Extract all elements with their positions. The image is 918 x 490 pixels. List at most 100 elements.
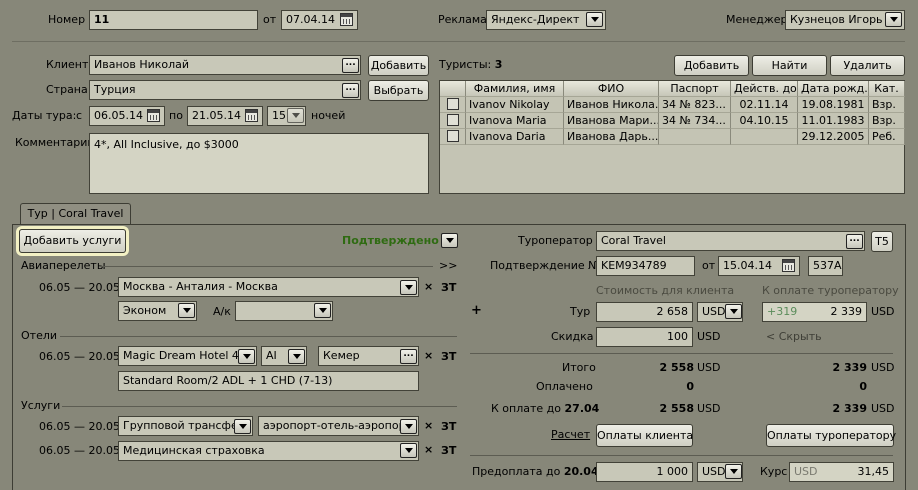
meal-dropdown-icon[interactable] [288, 349, 305, 364]
prepay-currency-dropdown-icon[interactable] [725, 464, 742, 479]
column-header[interactable]: Действ. до [731, 81, 798, 97]
table-cell[interactable]: Ivanova Maria [466, 113, 564, 129]
transfer-type-dropdown-icon[interactable] [234, 419, 251, 434]
table-cell[interactable] [659, 129, 731, 145]
prepay-currency-value: USD [702, 465, 726, 478]
flight-route-select[interactable]: Москва - Анталия - Москва [118, 277, 419, 297]
calculation-link[interactable]: Расчет [551, 428, 590, 442]
table-cell[interactable]: Реб. [869, 129, 905, 145]
due-value: 2 558 [659, 402, 694, 415]
table-cell[interactable]: 02.11.14 [731, 97, 798, 113]
transfer-route-select[interactable]: аэропорт-отель-аэропорт [258, 416, 419, 436]
hotel-dates: 06.05 — 20.05 [39, 350, 120, 363]
table-row[interactable] [440, 97, 466, 113]
manager-value: Кузнецов Игорь [790, 13, 883, 26]
calendar-icon[interactable] [147, 109, 160, 122]
remove-transfer-icon[interactable]: × [424, 419, 433, 433]
column-header[interactable]: Кат. [869, 81, 905, 97]
client-browse-icon[interactable]: ... [342, 58, 359, 73]
select-country-button[interactable]: Выбрать [368, 80, 429, 101]
insurance-dropdown-icon[interactable] [400, 443, 417, 458]
table-cell[interactable]: Иванова Мари... [564, 113, 659, 129]
ads-dropdown-icon[interactable] [586, 12, 603, 27]
ads-value: Яндекс-Директ [491, 13, 580, 26]
add-tourist-button[interactable]: Добавить [674, 55, 749, 76]
table-cell[interactable]: Ivanova Daria [466, 129, 564, 145]
expand-icon[interactable]: >> [439, 259, 457, 273]
transfer-type-select[interactable]: Групповой трансфер [118, 416, 253, 436]
nights-dropdown-icon[interactable] [287, 108, 304, 123]
find-tourist-button[interactable]: Найти [752, 55, 827, 76]
operator-browse-icon[interactable]: ... [846, 234, 863, 249]
add-client-button[interactable]: Добавить [368, 55, 429, 76]
column-header[interactable]: Паспорт [659, 81, 731, 97]
tour-cost-field[interactable]: 2 658 [596, 302, 693, 322]
hotel-select[interactable]: Magic Dream Hotel 4* [118, 346, 257, 366]
order-number-field[interactable]: 11 [89, 10, 258, 30]
column-header[interactable]: Дата рожд. [798, 81, 869, 97]
table-cell[interactable] [731, 129, 798, 145]
hotel-dropdown-icon[interactable] [238, 349, 255, 364]
table-cell[interactable]: 34 № 734... [659, 113, 731, 129]
insurance-dates: 06.05 — 20.05 [39, 444, 120, 457]
table-cell[interactable]: 19.08.1981 [798, 97, 869, 113]
flight-route-dropdown-icon[interactable] [400, 280, 417, 295]
city-browse-icon[interactable]: ... [400, 349, 417, 364]
prepay-field[interactable]: 1 000 [596, 462, 693, 482]
country-value: Турция [94, 83, 136, 96]
client-payments-button[interactable]: Оплаты клиента [596, 424, 693, 447]
operator-tour-value: 2 339 [830, 305, 863, 318]
status-dropdown-icon[interactable] [441, 233, 458, 248]
calendar-icon[interactable] [782, 259, 795, 272]
table-row[interactable] [440, 129, 466, 145]
prepay-label: Предоплата до 20.04 [472, 465, 599, 478]
currency-dropdown-icon[interactable] [725, 304, 742, 319]
row-checkbox[interactable] [447, 98, 459, 110]
client-field[interactable]: Иванов Николай [89, 55, 361, 75]
column-header[interactable]: Фамилия, имя [466, 81, 564, 97]
table-row[interactable] [440, 113, 466, 129]
operator-tour-field[interactable]: +319 2 339 [762, 302, 867, 322]
column-header[interactable]: ФИО [564, 81, 659, 97]
table-cell[interactable]: 29.12.2005 [798, 129, 869, 145]
delete-tourist-button[interactable]: Удалить [830, 55, 905, 76]
table-cell[interactable]: 04.10.15 [731, 113, 798, 129]
table-cell[interactable]: Взр. [869, 97, 905, 113]
hotel-status-badge: ЗТ [441, 350, 457, 363]
tab-tour-coral-travel[interactable]: Тур | Coral Travel [20, 203, 131, 225]
table-cell[interactable]: Ivanov Nikolay [466, 97, 564, 113]
table-cell[interactable]: Иванов Никола... [564, 97, 659, 113]
room-field[interactable]: Standard Room/2 ADL + 1 CHD (7-13) [118, 371, 419, 391]
client-label: Клиент [46, 58, 89, 71]
aircraft-dropdown-icon[interactable] [314, 303, 331, 318]
insurance-select[interactable]: Медицинская страховка [118, 441, 419, 461]
operator-field[interactable]: Coral Travel [596, 231, 865, 251]
t5-button[interactable]: Т5 [871, 231, 893, 252]
tour-dates-from-label: с [76, 109, 83, 122]
discount-field[interactable]: 100 [596, 327, 693, 347]
calendar-icon[interactable] [340, 13, 353, 26]
transfer-route-dropdown-icon[interactable] [400, 419, 417, 434]
hide-link[interactable]: < Скрыть [766, 330, 822, 344]
row-checkbox[interactable] [447, 114, 459, 126]
calendar-icon[interactable] [245, 109, 258, 122]
row-checkbox[interactable] [447, 130, 459, 142]
comment-textarea[interactable]: 4*, All Inclusive, до $3000 [89, 133, 429, 194]
rate-field[interactable]: USD 31,45 [789, 462, 894, 482]
table-cell[interactable]: 34 № 823... [659, 97, 731, 113]
remove-flight-icon[interactable]: × [424, 280, 433, 294]
remove-hotel-icon[interactable]: × [424, 349, 433, 363]
confirmation-number-field[interactable]: KEM934789 [596, 256, 695, 276]
country-browse-icon[interactable]: ... [342, 83, 359, 98]
add-service-plus-icon[interactable]: + [471, 304, 482, 318]
table-cell[interactable]: Взр. [869, 113, 905, 129]
add-services-button[interactable]: Добавить услуги [19, 229, 126, 253]
confirmation-code-field[interactable]: 537А [808, 256, 843, 276]
operator-payments-button[interactable]: Оплаты туроператору [766, 424, 896, 447]
flight-class-dropdown-icon[interactable] [178, 303, 195, 318]
remove-insurance-icon[interactable]: × [424, 443, 433, 457]
country-field[interactable]: Турция [89, 80, 361, 100]
manager-dropdown-icon[interactable] [885, 12, 902, 27]
table-cell[interactable]: 11.01.1983 [798, 113, 869, 129]
table-cell[interactable]: Иванова Дарь... [564, 129, 659, 145]
